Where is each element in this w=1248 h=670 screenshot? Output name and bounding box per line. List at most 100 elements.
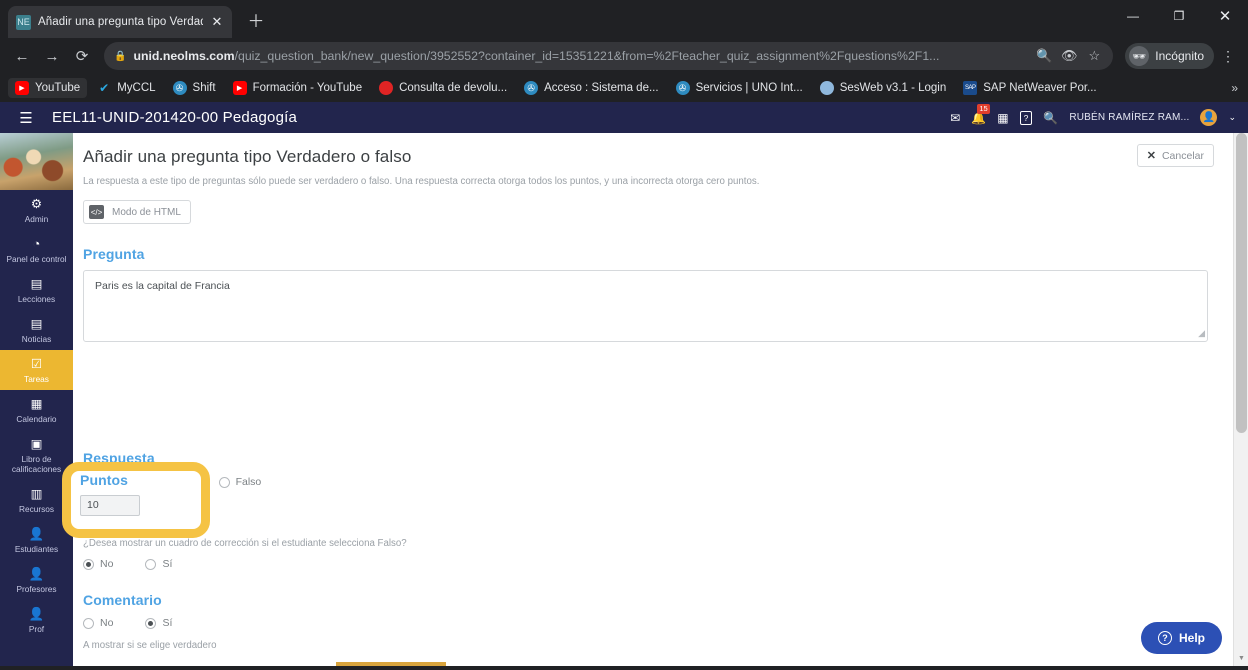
incognito-icon: 🕶 bbox=[1129, 46, 1150, 66]
bookmark-label: MyCCL bbox=[117, 82, 156, 94]
window-controls: — ❐ ✕ bbox=[1110, 0, 1248, 32]
globe-icon: ✇ bbox=[172, 81, 187, 95]
search-icon[interactable]: 🔍 bbox=[1043, 111, 1058, 125]
incognito-label: Incógnito bbox=[1155, 49, 1204, 63]
radio-rectificacion-no-input[interactable] bbox=[83, 558, 94, 570]
section-title-comentario: Comentario bbox=[83, 592, 162, 608]
resources-icon: ▥ bbox=[30, 487, 43, 501]
browser-tab[interactable]: NE Añadir una pregunta tipo Verdad ✕ bbox=[8, 6, 232, 38]
sidebar-item-label: Lecciones bbox=[17, 294, 56, 304]
mail-icon[interactable]: ✉ bbox=[950, 111, 960, 125]
sidebar-item-profesores[interactable]: 👤 Profesores bbox=[0, 560, 73, 600]
question-input[interactable]: Paris es la capital de Francia ◢ bbox=[83, 270, 1208, 342]
radio-rectificacion-no[interactable]: No bbox=[83, 558, 113, 570]
user-name-label: RUBÉN RAMÍREZ RAM... bbox=[1069, 112, 1190, 123]
bookmark-item[interactable]: ✇ Servicios | UNO Int... bbox=[669, 78, 810, 98]
cancel-button[interactable]: ✕ Cancelar bbox=[1136, 144, 1214, 167]
app-header-actions: ✉ 🔔 15 ▦ ? 🔍 RUBÉN RAMÍREZ RAM... 👤 ⌄ bbox=[950, 103, 1236, 126]
bookmark-item[interactable]: SesWeb v3.1 - Login bbox=[813, 78, 954, 98]
bookmark-label: Formación - YouTube bbox=[252, 82, 363, 94]
bookmark-label: Shift bbox=[192, 82, 216, 94]
bookmark-label: YouTube bbox=[35, 82, 81, 94]
sidebar-item-admin[interactable]: ⚙ Admin bbox=[0, 190, 73, 230]
url-path: /quiz_question_bank/new_question/3952552… bbox=[234, 49, 940, 63]
bookmark-item[interactable]: ▶ YouTube bbox=[8, 78, 88, 98]
radio-falso[interactable]: Falso bbox=[218, 476, 262, 488]
help-icon[interactable]: ? bbox=[1019, 110, 1033, 125]
help-button[interactable]: ? Help bbox=[1140, 622, 1222, 654]
new-tab-button[interactable]: ＋ bbox=[246, 7, 266, 32]
student-icon: 👤 bbox=[28, 527, 45, 541]
sidebar-item-label: Tareas bbox=[24, 374, 49, 384]
star-icon[interactable]: ☆ bbox=[1085, 48, 1103, 64]
window-close-button[interactable]: ✕ bbox=[1202, 0, 1248, 32]
incognito-indicator[interactable]: 🕶 Incógnito bbox=[1125, 43, 1214, 69]
sidebar-item-label: Prof bbox=[28, 624, 45, 634]
radio-comentario-si-input[interactable] bbox=[145, 617, 157, 629]
radio-rectificacion-si-input[interactable] bbox=[145, 558, 157, 570]
sap-icon: SAP bbox=[963, 81, 978, 95]
rectification-radio-row: No Sí bbox=[83, 558, 1208, 570]
sidebar-item-label: Libro de calificaciones bbox=[11, 454, 62, 474]
bookmark-label: Servicios | UNO Int... bbox=[695, 82, 803, 94]
bookmark-item[interactable]: ✔ MyCCL bbox=[90, 78, 162, 98]
tab-strip: NE Añadir una pregunta tipo Verdad ✕ ＋ —… bbox=[0, 0, 1248, 38]
radio-falso-label: Falso bbox=[235, 476, 262, 488]
answer-radio-row: ✓ Verdadero ✕ Falso bbox=[83, 475, 1208, 489]
radio-rectificacion-si[interactable]: Sí bbox=[145, 558, 172, 570]
grid-icon[interactable]: ▦ bbox=[997, 111, 1008, 125]
bookmark-item[interactable]: ▶ Formación - YouTube bbox=[226, 78, 370, 98]
radio-comentario-si-label: Sí bbox=[162, 617, 173, 629]
radio-falso-input[interactable] bbox=[218, 476, 230, 488]
html-mode-label: Modo de HTML bbox=[112, 206, 181, 218]
sidebar-item-noticias[interactable]: ▤ Noticias bbox=[0, 310, 73, 350]
sidebar-item-lecciones[interactable]: ▤ Lecciones bbox=[0, 270, 73, 310]
avatar[interactable]: 👤 bbox=[1200, 109, 1218, 126]
resize-grip-icon[interactable]: ◢ bbox=[1198, 328, 1205, 339]
sidebar-item-tareas[interactable]: ☑ Tareas bbox=[0, 350, 73, 390]
maximize-button[interactable]: ❐ bbox=[1156, 0, 1202, 32]
bookmarks-overflow-icon[interactable]: » bbox=[1231, 81, 1240, 95]
bookmark-item[interactable]: ✇ Shift bbox=[166, 78, 223, 98]
search-zoom-icon[interactable]: 🔍 bbox=[1035, 48, 1053, 64]
notifications-icon[interactable]: 🔔 15 bbox=[971, 103, 990, 125]
tab-favicon-icon: NE bbox=[16, 14, 31, 30]
bookmark-label: Acceso : Sistema de... bbox=[544, 82, 659, 94]
bookmark-item[interactable]: ✇ Acceso : Sistema de... bbox=[517, 78, 665, 98]
back-icon[interactable]: ← bbox=[8, 42, 36, 70]
html-mode-button[interactable]: </> Modo de HTML bbox=[83, 200, 191, 224]
kebab-menu-icon[interactable]: ⋮ bbox=[1216, 48, 1240, 65]
rectification-question: ¿Desea mostrar un cuadro de corrección s… bbox=[83, 538, 407, 549]
section-title-pregunta: Pregunta bbox=[83, 246, 145, 262]
sidebar-item-prof[interactable]: 👤 Prof bbox=[0, 600, 73, 640]
bookmark-item[interactable]: Consulta de devolu... bbox=[372, 78, 514, 98]
vertical-scrollbar[interactable]: ▲ ▼ bbox=[1233, 133, 1248, 666]
sidebar-item-panel-de-control[interactable]: ◔ Panel de control bbox=[0, 230, 73, 270]
scrollbar-thumb[interactable] bbox=[1236, 133, 1247, 433]
eye-off-icon[interactable]: 👁 bbox=[1060, 48, 1078, 64]
gradebook-icon: ▣ bbox=[30, 437, 43, 451]
radio-rectificacion-si-label: Sí bbox=[162, 558, 173, 570]
code-icon: </> bbox=[89, 205, 104, 219]
close-icon: ✕ bbox=[1146, 150, 1156, 162]
radio-comentario-no[interactable]: No bbox=[83, 617, 113, 629]
scroll-down-icon[interactable]: ▼ bbox=[1234, 651, 1248, 666]
bookmark-item[interactable]: SAP SAP NetWeaver Por... bbox=[956, 78, 1103, 98]
forward-icon[interactable]: → bbox=[38, 42, 66, 70]
sidebar-item-calendario[interactable]: ▦ Calendario bbox=[0, 390, 73, 430]
minimize-button[interactable]: — bbox=[1110, 0, 1156, 32]
address-bar[interactable]: 🔒 unid.neolms.com/quiz_question_bank/new… bbox=[104, 42, 1114, 70]
sidebar-item-label: Profesores bbox=[16, 584, 57, 594]
reload-icon[interactable]: ⟳ bbox=[68, 42, 96, 70]
section-title-respuesta: Respuesta bbox=[83, 450, 155, 466]
comment-radio-row: No Sí bbox=[83, 617, 1208, 629]
bookmark-label: SAP NetWeaver Por... bbox=[983, 82, 1097, 94]
hamburger-icon[interactable]: ☰ bbox=[12, 109, 40, 127]
chevron-down-icon[interactable]: ⌄ bbox=[1228, 112, 1236, 123]
blue-circle-icon bbox=[819, 81, 834, 95]
lock-icon: 🔒 bbox=[114, 50, 127, 62]
radio-comentario-si[interactable]: Sí bbox=[145, 617, 172, 629]
radio-comentario-no-input[interactable] bbox=[83, 617, 94, 629]
tab-close-icon[interactable]: ✕ bbox=[210, 14, 224, 30]
points-input[interactable]: 10 bbox=[80, 495, 140, 516]
